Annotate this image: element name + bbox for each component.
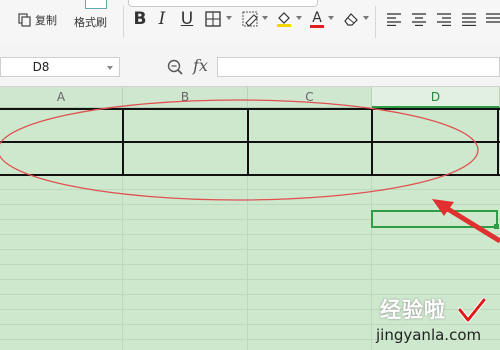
cell-style-icon — [242, 11, 258, 27]
row-gridline — [0, 234, 500, 235]
italic-button[interactable]: I — [155, 9, 169, 29]
justify-icon — [462, 12, 476, 26]
insert-function-button[interactable]: fx — [193, 56, 208, 75]
name-box-value: D8 — [32, 60, 50, 74]
font-name-dropdown-edge[interactable] — [128, 0, 318, 7]
row-gridline — [0, 189, 500, 190]
name-box[interactable]: D8 — [0, 57, 120, 77]
table-border-middle — [0, 141, 500, 143]
font-color-dropdown-icon[interactable] — [328, 16, 334, 20]
align-left-icon — [387, 12, 401, 26]
cell-style-button[interactable] — [240, 9, 260, 29]
column-header-c[interactable]: C — [248, 87, 372, 108]
distribute-button[interactable] — [486, 9, 500, 29]
row-gridline — [0, 249, 500, 250]
copy-button[interactable]: 复制 — [18, 9, 57, 31]
formula-bar: D8 fx — [0, 45, 500, 87]
cell-style-dropdown-icon[interactable] — [262, 16, 268, 20]
distribute-icon — [486, 12, 500, 23]
align-center-icon — [412, 12, 426, 26]
paint-bucket-icon — [277, 12, 291, 27]
table-border-top — [0, 108, 500, 110]
column-header-b[interactable]: B — [123, 87, 248, 108]
formula-input[interactable] — [217, 57, 500, 77]
font-color-swatch — [310, 24, 324, 28]
zoom-icon[interactable] — [167, 59, 183, 75]
font-color-button[interactable]: A — [308, 9, 326, 29]
toolbar-separator — [375, 6, 376, 38]
fill-color-dropdown-icon[interactable] — [296, 16, 302, 20]
font-color-label: A — [312, 9, 322, 26]
align-left-button[interactable] — [386, 9, 402, 29]
format-painter-label: 格式刷 — [74, 16, 107, 29]
copy-icon — [18, 13, 31, 27]
row-gridline — [0, 264, 500, 265]
borders-icon — [205, 11, 221, 27]
checkmark-icon — [458, 298, 486, 323]
underline-button[interactable]: U — [178, 9, 196, 29]
align-right-button[interactable] — [436, 9, 452, 29]
format-painter-icon — [85, 0, 107, 9]
watermark-title: 经验啦 — [380, 298, 446, 322]
table-border-bottom — [0, 174, 500, 176]
row-gridline — [0, 204, 500, 205]
bold-button[interactable]: B — [131, 9, 149, 29]
row-gridline — [0, 279, 500, 280]
name-box-dropdown-icon[interactable] — [107, 66, 113, 70]
table-border-vertical — [497, 108, 499, 175]
clear-format-dropdown-icon[interactable] — [363, 16, 369, 20]
align-center-button[interactable] — [411, 9, 427, 29]
selected-cell-d8[interactable] — [371, 210, 498, 228]
table-border-vertical — [247, 108, 249, 175]
toolbar-separator — [123, 6, 124, 38]
table-border-vertical — [371, 108, 373, 175]
eraser-icon — [343, 13, 358, 26]
watermark-url: jingyanla.com — [376, 326, 482, 344]
watermark: 经验啦 jingyanla.com — [372, 294, 500, 350]
fill-handle[interactable] — [494, 224, 499, 229]
borders-button[interactable] — [203, 9, 223, 29]
justify-button[interactable] — [461, 9, 477, 29]
column-header-a[interactable]: A — [0, 87, 123, 108]
align-right-icon — [437, 12, 451, 26]
clear-format-button[interactable] — [341, 9, 361, 29]
column-header-d[interactable]: D — [372, 87, 500, 108]
table-border-vertical — [122, 108, 124, 175]
borders-dropdown-icon[interactable] — [226, 16, 232, 20]
ribbon-toolbar: 复制 格式刷 B I U A — [0, 0, 500, 46]
format-painter-button[interactable]: 格式刷 — [72, 0, 118, 40]
copy-label: 复制 — [35, 14, 57, 27]
fill-color-button[interactable] — [274, 9, 294, 29]
